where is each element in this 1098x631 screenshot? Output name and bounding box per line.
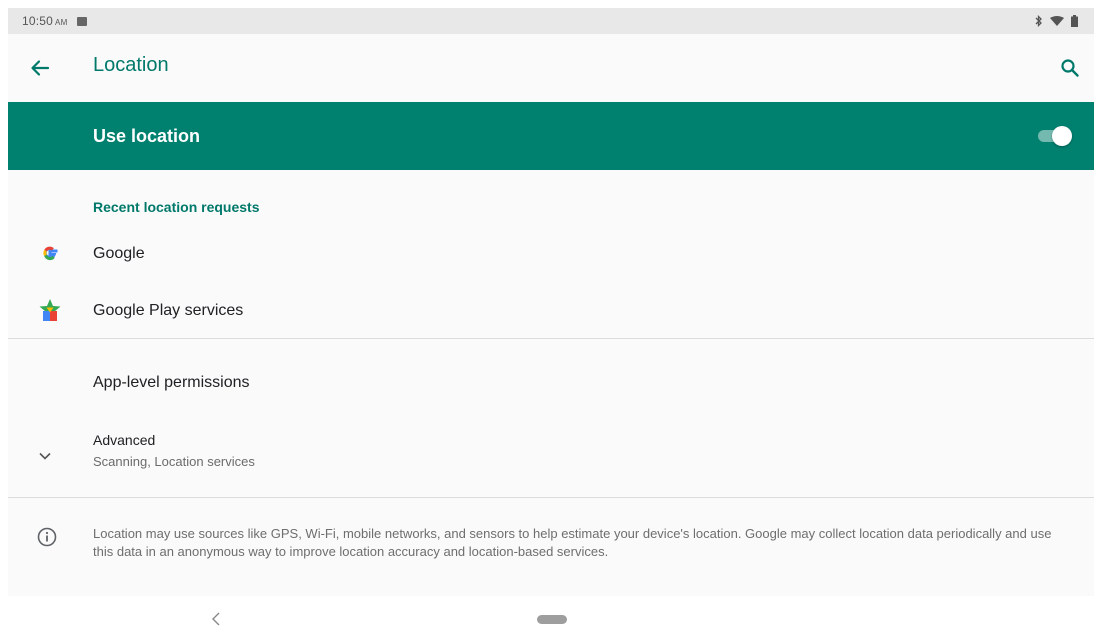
status-icons — [1035, 15, 1078, 27]
recent-requests-header: Recent location requests — [93, 199, 260, 215]
status-time-value: 10:50 — [22, 14, 54, 28]
settings-screen: 10:50 AM Location Use location Recent lo… — [8, 8, 1094, 596]
divider — [8, 497, 1094, 498]
use-location-toggle[interactable] — [1038, 126, 1072, 146]
list-item-google-play-services[interactable]: Google Play services — [8, 285, 1094, 335]
status-ampm: AM — [55, 18, 68, 27]
divider — [8, 338, 1094, 339]
google-g-icon — [36, 239, 64, 267]
battery-icon — [1071, 15, 1078, 27]
app-bar: Location — [8, 34, 1094, 102]
nav-back-icon[interactable] — [208, 610, 224, 628]
chevron-down-icon — [39, 452, 51, 460]
list-item-google[interactable]: Google — [8, 228, 1094, 278]
nav-home-pill-icon[interactable] — [537, 615, 567, 624]
list-item-label: Google — [93, 245, 145, 262]
info-icon — [37, 527, 57, 547]
list-item-label: Google Play services — [93, 302, 244, 319]
arrow-back-icon[interactable] — [28, 56, 52, 80]
search-icon[interactable] — [1058, 56, 1082, 80]
bluetooth-icon — [1035, 15, 1042, 27]
use-location-switch-bar[interactable]: Use location — [8, 102, 1094, 170]
app-level-permissions-label: App-level permissions — [93, 374, 250, 391]
notification-icon — [77, 16, 88, 26]
use-location-label: Use location — [93, 126, 201, 146]
location-info-text: Location may use sources like GPS, Wi-Fi… — [93, 526, 1052, 559]
wifi-icon — [1050, 15, 1064, 26]
status-time: 10:50 AM — [22, 14, 67, 28]
page-title: Location — [93, 54, 169, 76]
advanced-title: Advanced — [93, 432, 156, 448]
status-bar: 10:50 AM — [8, 8, 1094, 34]
toggle-thumb — [1052, 126, 1072, 146]
app-level-permissions-item[interactable]: App-level permissions — [8, 353, 1094, 413]
google-play-services-icon — [36, 296, 64, 324]
advanced-summary: Scanning, Location services — [93, 454, 255, 469]
